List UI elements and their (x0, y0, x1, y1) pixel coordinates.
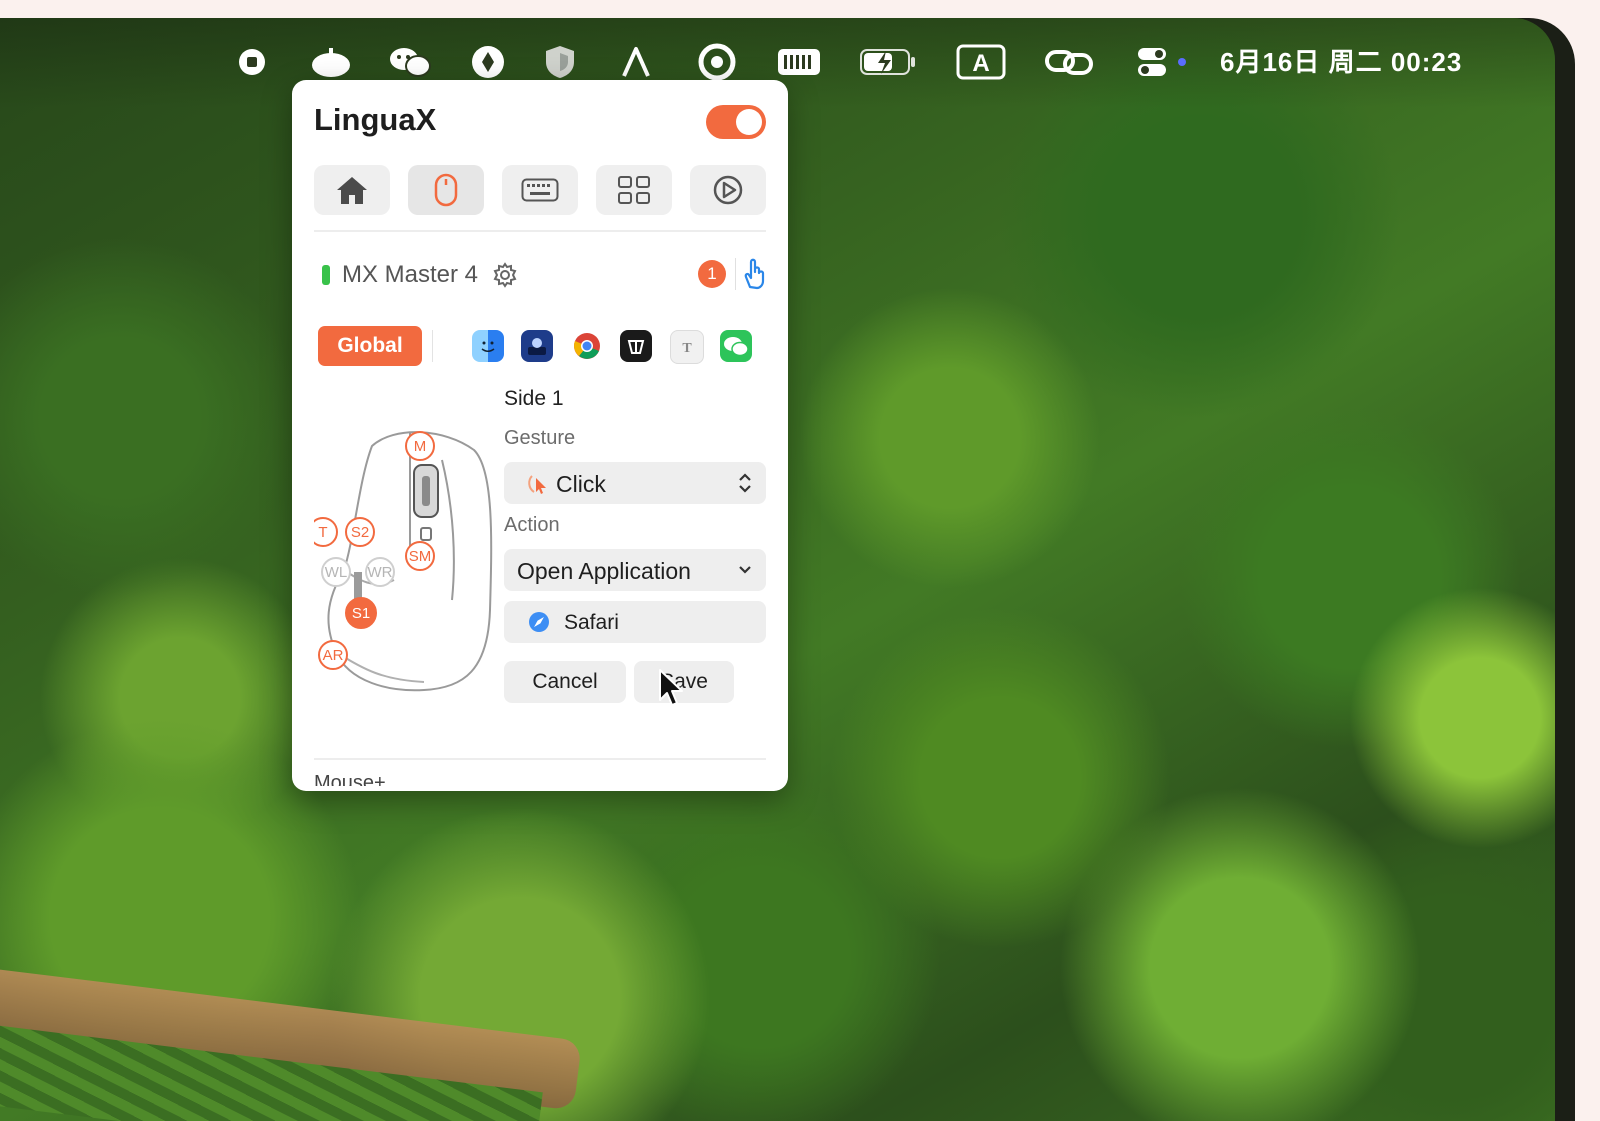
home-icon (337, 177, 367, 204)
mouse-cursor-icon (659, 669, 683, 706)
svg-text:WR: WR (368, 564, 393, 581)
svg-text:AR: AR (323, 647, 344, 664)
app-black-icon[interactable] (620, 330, 652, 362)
keyboard-icon (521, 178, 559, 202)
tab-keyboard[interactable] (502, 165, 578, 215)
play-circle-icon (713, 175, 743, 205)
button-wr[interactable]: WR (365, 557, 395, 587)
gesture-select[interactable]: Click (504, 462, 766, 504)
updown-chevron-icon (739, 473, 751, 493)
safari-icon (529, 612, 549, 632)
svg-text:WL: WL (325, 564, 348, 581)
divider (314, 230, 766, 232)
action-label: Action (504, 514, 560, 536)
tab-media[interactable] (690, 165, 766, 215)
tab-mouse[interactable] (408, 165, 484, 215)
action-value: Open Application (517, 558, 691, 584)
grid-icon (618, 176, 650, 204)
application-picker[interactable]: Safari (504, 601, 766, 643)
button-wl[interactable]: WL (321, 557, 351, 587)
pointer-click-icon (528, 475, 546, 494)
circle-target-icon[interactable] (698, 43, 736, 81)
device-row: MX Master 4 1 (320, 258, 765, 292)
divider (314, 758, 766, 760)
svg-text:M: M (414, 438, 427, 455)
notification-badge[interactable]: 1 (698, 260, 726, 288)
control-center-icon[interactable] (1136, 44, 1188, 80)
device-battery-indicator (322, 265, 330, 285)
app-title: LinguaX (314, 102, 437, 137)
svg-text:A: A (972, 50, 989, 77)
app-dark-blue-icon[interactable] (521, 330, 553, 362)
linguax-popover: LinguaX MX Master 4 1 Global T M T S2 WL… (292, 80, 788, 791)
battery-charging-icon[interactable] (860, 44, 916, 80)
mouse-icon (434, 173, 458, 207)
svg-text:SM: SM (409, 548, 432, 565)
separator (735, 258, 736, 290)
global-profile-button[interactable]: Global (318, 326, 422, 366)
action-select[interactable]: Open Application (504, 549, 766, 591)
button-t[interactable]: T (314, 517, 338, 547)
typora-icon[interactable]: T (670, 330, 704, 364)
button-ar[interactable]: AR (318, 640, 348, 670)
svg-text:T: T (682, 341, 692, 356)
device-settings-gear-icon[interactable] (492, 262, 518, 288)
menu-bar-clock[interactable]: 6月16日 周二 00:23 (1220, 44, 1462, 80)
cancel-button[interactable]: Cancel (504, 661, 626, 703)
button-m[interactable]: M (405, 431, 435, 461)
chevron-down-icon (739, 566, 751, 574)
tab-apps[interactable] (596, 165, 672, 215)
gesture-label: Gesture (504, 427, 576, 449)
gesture-value: Click (556, 471, 606, 497)
svg-text:S2: S2 (351, 524, 369, 541)
selected-button-title: Side 1 (504, 387, 564, 410)
keyboard-icon[interactable] (777, 44, 821, 80)
section-header-mouse-plus: Mouse+ (314, 772, 386, 786)
link-icon[interactable] (1044, 44, 1094, 80)
wechat-icon[interactable] (388, 44, 432, 80)
eyedropper-icon[interactable] (470, 44, 506, 80)
device-name: MX Master 4 (342, 261, 479, 288)
mouse-diagram: M T S2 WL WR SM S1 AR (314, 431, 493, 692)
input-source-icon[interactable]: A (956, 44, 1006, 80)
shield-icon[interactable] (543, 44, 577, 80)
separator (432, 330, 433, 362)
finder-icon[interactable] (472, 330, 504, 362)
wechat-icon[interactable] (720, 330, 752, 362)
button-sm[interactable]: SM (405, 541, 435, 571)
application-value: Safari (564, 611, 619, 634)
tab-bar (314, 165, 766, 215)
enable-toggle[interactable] (706, 105, 766, 139)
record-icon[interactable] (236, 44, 268, 80)
tab-home[interactable] (314, 165, 390, 215)
button-s2[interactable]: S2 (345, 517, 375, 547)
linguax-logo-icon[interactable] (620, 44, 652, 80)
chrome-icon[interactable] (571, 330, 603, 362)
fruit-icon[interactable] (310, 44, 352, 80)
hand-pointer-icon[interactable] (740, 257, 768, 291)
button-s1-selected[interactable]: S1 (345, 597, 377, 629)
save-button[interactable]: Save (634, 661, 734, 703)
svg-text:S1: S1 (352, 605, 370, 622)
svg-text:T: T (318, 524, 327, 541)
